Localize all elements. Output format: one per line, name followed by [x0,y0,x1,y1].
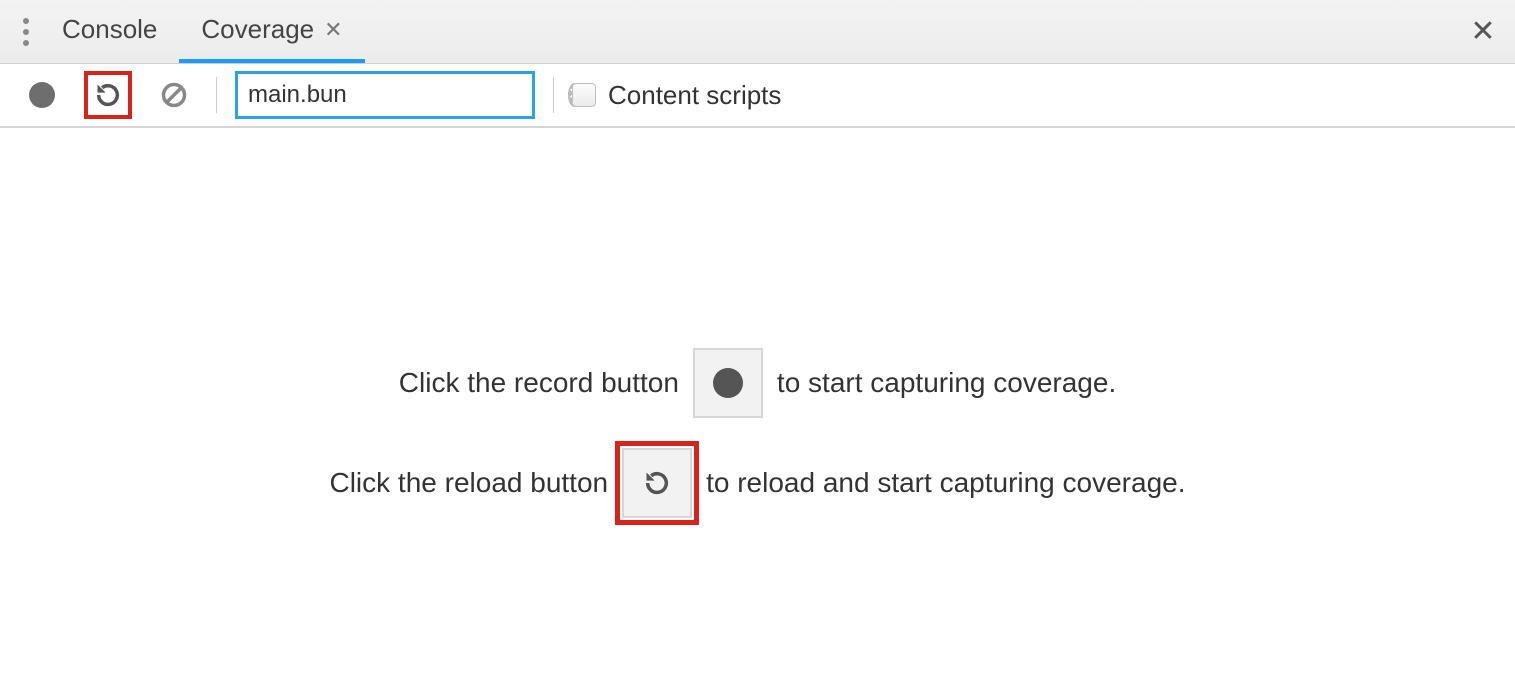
url-filter[interactable]: ✕ [235,71,535,119]
reload-button-demo[interactable] [622,448,692,518]
tab-console[interactable]: Console [40,0,179,63]
record-button[interactable] [18,71,66,119]
close-icon[interactable]: ✕ [324,17,342,43]
toolbar-divider [553,77,554,113]
hint-text: Click the record button [399,367,679,399]
clear-button[interactable] [150,71,198,119]
devtools-tabbar: Console Coverage ✕ ✕ [0,0,1515,64]
record-icon [713,368,743,398]
record-icon [29,82,55,108]
toolbar-divider [216,77,217,113]
tab-coverage[interactable]: Coverage ✕ [179,0,364,63]
coverage-toolbar: ✕ Content scripts [0,64,1515,128]
more-menu-icon[interactable] [12,12,40,52]
block-icon [160,81,188,109]
panel-close-icon[interactable]: ✕ [1463,14,1503,49]
hint-text: to start capturing coverage. [777,367,1116,399]
hint-record: Click the record button to start capturi… [399,348,1116,418]
content-scripts-toggle[interactable]: Content scripts [572,80,781,111]
hint-text: Click the reload button [329,467,608,499]
tab-coverage-label: Coverage [201,14,314,45]
checkbox-icon[interactable] [572,83,596,107]
reload-button[interactable] [84,71,132,119]
coverage-empty-state: Click the record button to start capturi… [0,128,1515,518]
hint-text: to reload and start capturing coverage. [706,467,1185,499]
reload-icon [94,81,122,109]
url-filter-input[interactable] [248,81,558,109]
tab-console-label: Console [62,14,157,45]
content-scripts-label: Content scripts [608,80,781,111]
hint-reload: Click the reload button to reload and st… [329,448,1185,518]
record-button-demo[interactable] [693,348,763,418]
reload-icon [643,469,671,497]
